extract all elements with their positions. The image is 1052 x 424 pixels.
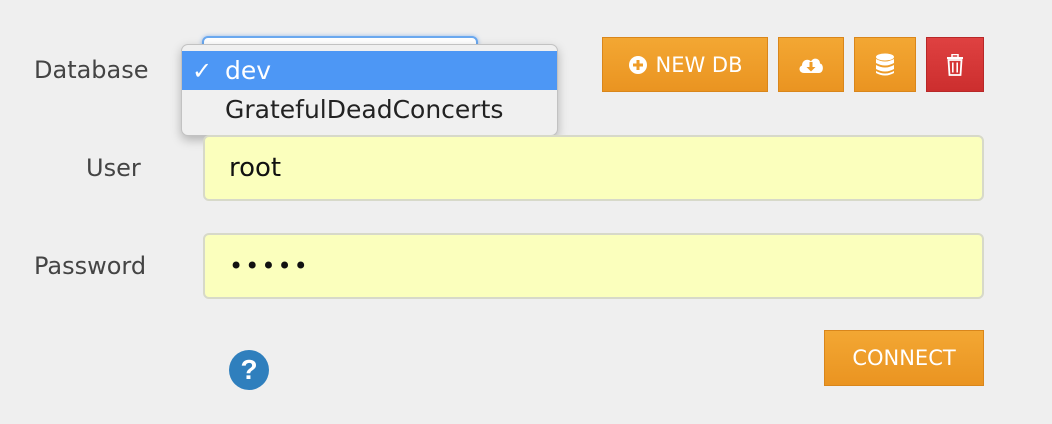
connect-button[interactable]: CONNECT: [824, 330, 984, 386]
plus-circle-icon: [628, 55, 647, 74]
cloud-download-icon: [799, 58, 823, 73]
database-option-label: GratefulDeadConcerts: [225, 95, 504, 124]
databases-button[interactable]: [854, 37, 916, 92]
svg-text:?: ?: [240, 354, 257, 385]
user-input[interactable]: root: [203, 135, 984, 201]
database-icon: [876, 53, 894, 75]
export-database-button[interactable]: [778, 37, 844, 92]
password-input[interactable]: •••••: [203, 233, 984, 299]
database-option-gratefuldeadconcerts[interactable]: GratefulDeadConcerts: [182, 90, 557, 129]
question-circle-icon[interactable]: ?: [228, 349, 270, 391]
user-label: User: [86, 154, 141, 182]
database-option-dev[interactable]: ✓ dev: [182, 51, 557, 90]
new-db-label: NEW DB: [655, 52, 743, 77]
checkmark-icon: ✓: [192, 56, 213, 85]
database-dropdown-menu: ✓ dev GratefulDeadConcerts: [181, 44, 558, 136]
trash-icon: [947, 53, 963, 76]
delete-database-button[interactable]: [926, 37, 984, 92]
database-option-label: dev: [225, 56, 272, 85]
password-label: Password: [34, 252, 147, 280]
database-label: Database: [34, 56, 149, 84]
new-db-button[interactable]: NEW DB: [602, 37, 768, 92]
